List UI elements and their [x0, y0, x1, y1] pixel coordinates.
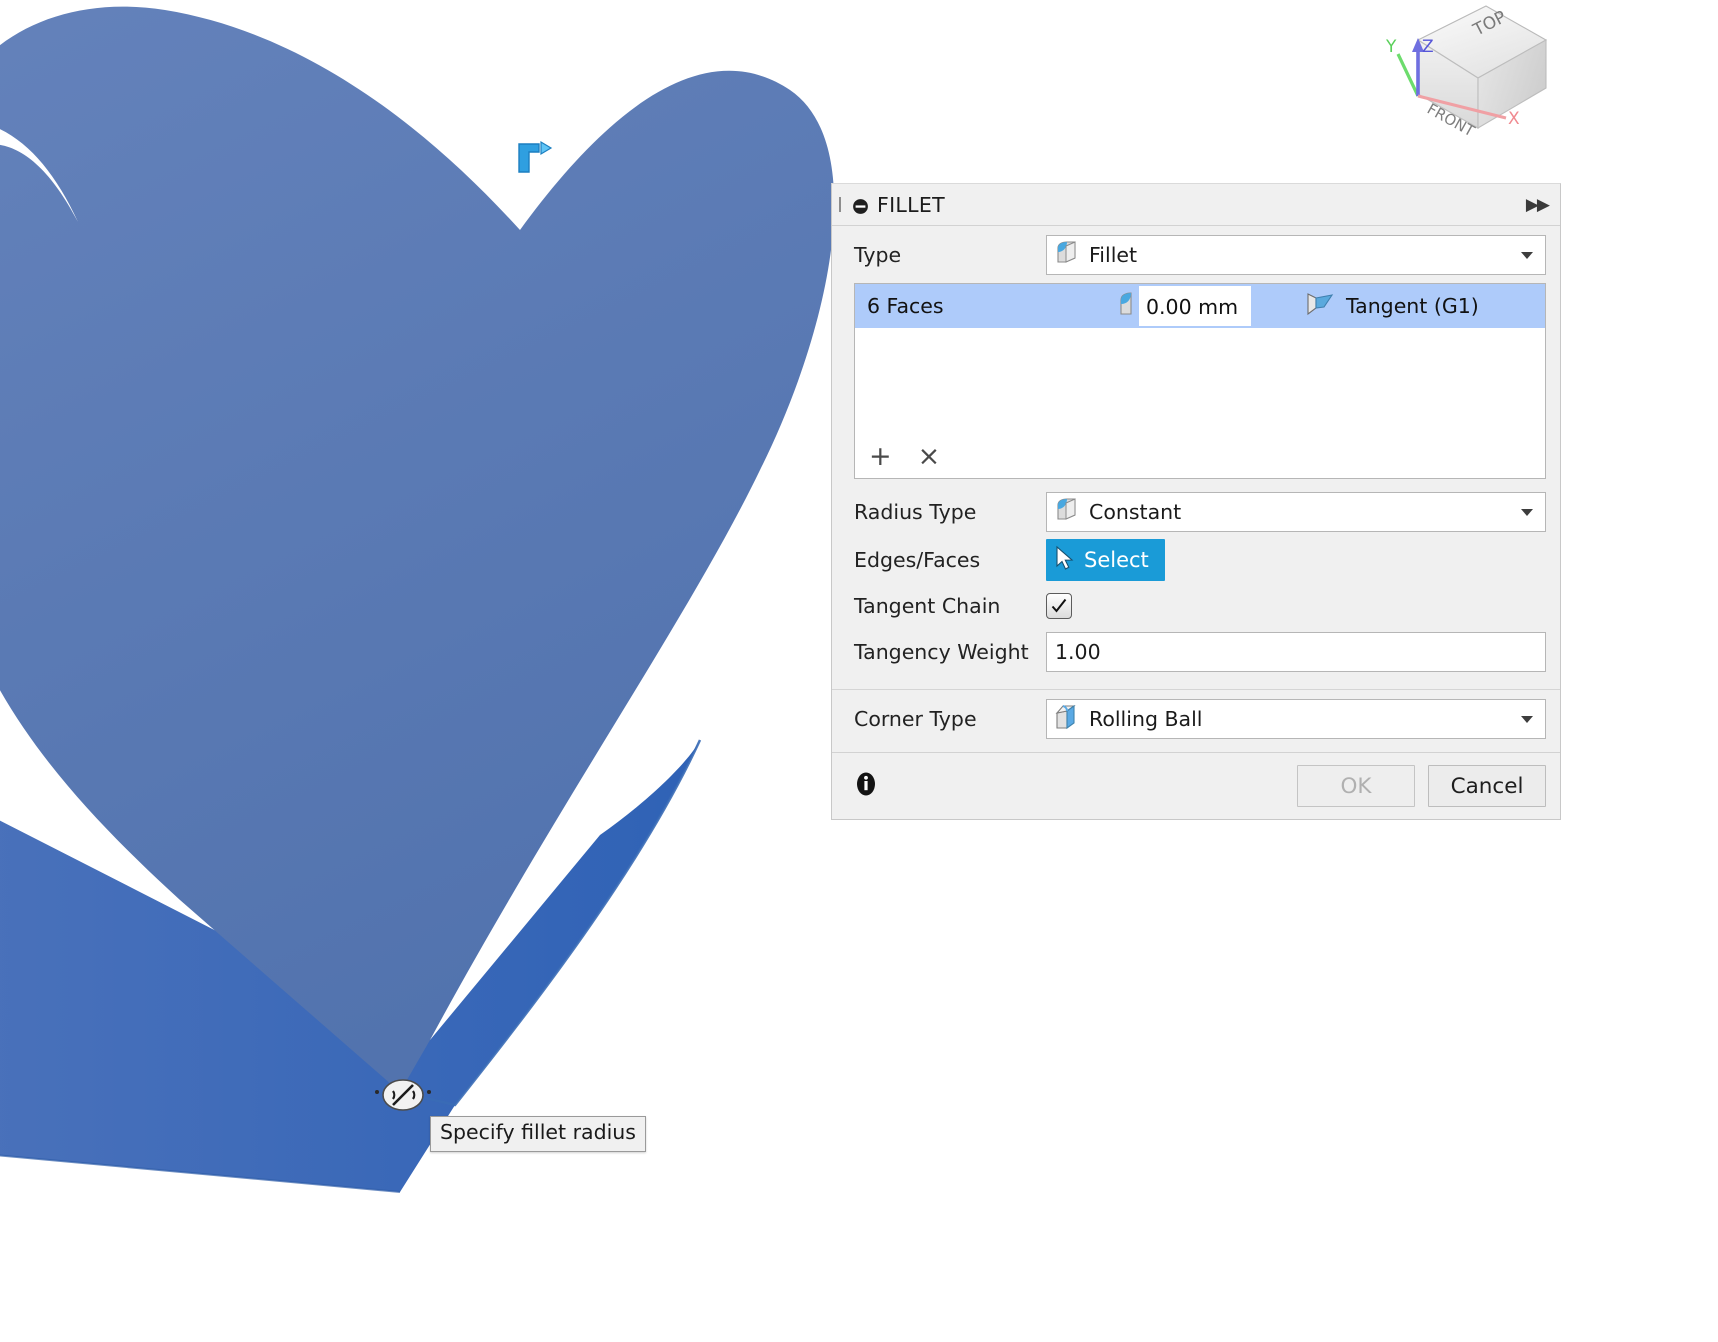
tangent-g1-icon — [1305, 291, 1335, 322]
axis-z-label: Z — [1422, 37, 1434, 57]
tooltip: Specify fillet radius — [430, 1116, 646, 1152]
fillet-icon — [1054, 497, 1080, 528]
tangent-chain-label: Tangent Chain — [854, 594, 1001, 618]
chevron-down-icon[interactable] — [1521, 715, 1533, 723]
type-row: Type Fillet — [832, 226, 1560, 276]
drag-grip-icon[interactable] — [839, 196, 848, 213]
radius-type-row: Radius Type Constant — [832, 491, 1560, 533]
fillet-dialog[interactable]: FILLET ▶▶ Type Fillet 6 Faces 0.00 mm Ta… — [831, 183, 1561, 820]
selection-list-wrap: 6 Faces 0.00 mm Tangent (G1) + × — [832, 276, 1560, 479]
axis-x-label: X — [1508, 109, 1520, 129]
corner-type-row: Corner Type Rolling Ball — [832, 690, 1560, 752]
continuity-value: Tangent (G1) — [1346, 294, 1479, 318]
edges-faces-row: Edges/Faces Select — [832, 539, 1560, 581]
dialog-footer: OK Cancel — [832, 752, 1560, 819]
radius-cell[interactable]: 0.00 mm — [1117, 286, 1251, 326]
select-button[interactable]: Select — [1046, 539, 1165, 581]
list-tools: + × — [869, 443, 940, 470]
radius-input[interactable]: 0.00 mm — [1139, 286, 1251, 326]
corner-type-dropdown[interactable]: Rolling Ball — [1046, 699, 1546, 739]
cursor-arrow-icon — [1054, 545, 1076, 576]
rolling-ball-icon — [1054, 703, 1080, 736]
chevron-down-icon[interactable] — [1521, 251, 1533, 259]
tangent-chain-checkbox[interactable] — [1046, 592, 1072, 619]
ok-button[interactable]: OK — [1297, 765, 1415, 807]
tangent-chain-row: Tangent Chain — [832, 585, 1560, 627]
tangency-weight-input[interactable]: 1.00 — [1046, 632, 1546, 672]
selection-name: 6 Faces — [867, 294, 944, 318]
chevron-down-icon[interactable] — [1521, 508, 1533, 516]
tangency-weight-label: Tangency Weight — [854, 640, 1029, 664]
table-row[interactable]: 6 Faces 0.00 mm Tangent (G1) — [855, 284, 1545, 328]
remove-selection-button[interactable]: × — [918, 443, 941, 470]
axis-y-label: Y — [1385, 37, 1397, 57]
tangency-weight-row: Tangency Weight 1.00 — [832, 631, 1560, 683]
dialog-header[interactable]: FILLET ▶▶ — [832, 184, 1560, 226]
cancel-button[interactable]: Cancel — [1428, 765, 1546, 807]
type-value: Fillet — [1089, 243, 1138, 267]
fillet-cursor-icon — [518, 140, 553, 173]
minus-circle-icon[interactable] — [852, 196, 869, 214]
checkmark-icon — [1051, 598, 1067, 613]
expand-right-icon[interactable]: ▶▶ — [1526, 195, 1550, 215]
radius-type-dropdown[interactable]: Constant — [1046, 492, 1546, 532]
add-selection-button[interactable]: + — [869, 443, 892, 470]
edges-faces-label: Edges/Faces — [854, 548, 981, 572]
corner-type-label: Corner Type — [854, 707, 977, 731]
type-label: Type — [854, 243, 902, 267]
info-icon[interactable] — [854, 771, 878, 802]
dialog-title: FILLET — [877, 192, 945, 217]
selection-listbox[interactable]: 6 Faces 0.00 mm Tangent (G1) + × — [854, 283, 1546, 479]
corner-type-value: Rolling Ball — [1089, 707, 1203, 731]
navigation-cube[interactable]: TOP FRONT Y Z X — [1378, 0, 1568, 155]
fillet-icon — [1054, 240, 1080, 271]
continuity-cell[interactable]: Tangent (G1) — [1305, 291, 1479, 322]
navigation-cube-svg[interactable]: TOP FRONT Y Z X — [1378, 0, 1568, 155]
radius-type-value: Constant — [1089, 500, 1182, 524]
type-dropdown[interactable]: Fillet — [1046, 235, 1546, 275]
select-button-label: Select — [1084, 548, 1149, 572]
radius-type-label: Radius Type — [854, 500, 977, 524]
